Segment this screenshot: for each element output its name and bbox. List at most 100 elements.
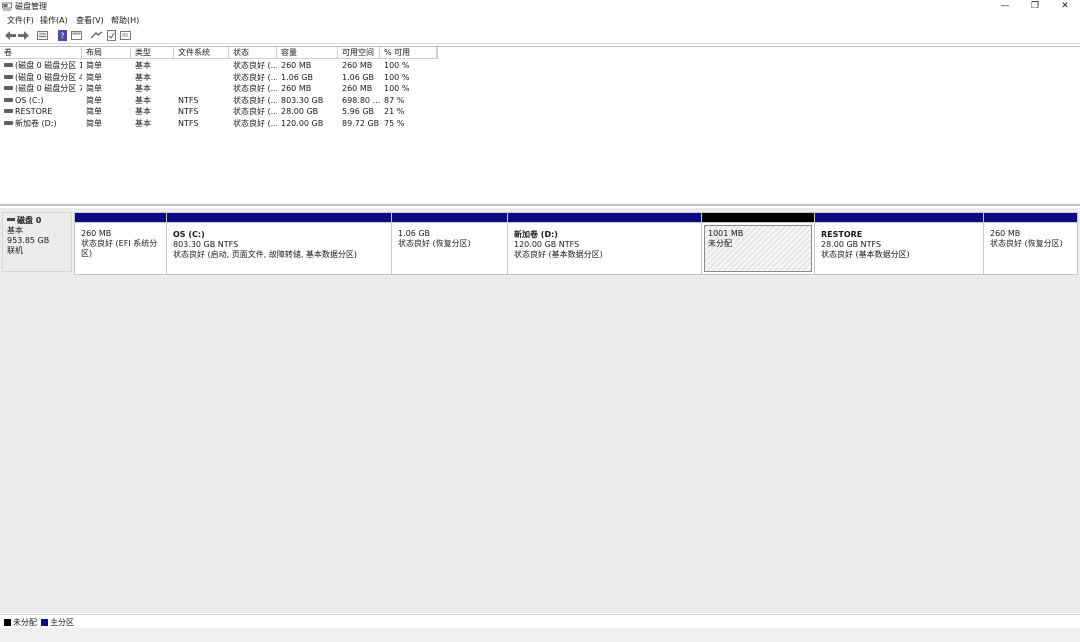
legend-bar: 未分配 主分区 bbox=[0, 614, 1080, 628]
partition-status: 状态良好 (恢复分区) bbox=[990, 239, 1063, 248]
menu-action[interactable]: 操作(A) bbox=[40, 15, 68, 26]
header-filler bbox=[437, 47, 1080, 59]
cell-layout: 简单 bbox=[86, 118, 102, 128]
cell-layout: 简单 bbox=[86, 107, 102, 116]
column-header-filesystem[interactable]: 文件系统 bbox=[174, 47, 229, 59]
table-row[interactable]: RESTORE 简单 基本 NTFS 状态良好 (... 28.00 GB 5.… bbox=[0, 106, 437, 117]
partition-os-c[interactable]: OS (C:) 803.30 GB NTFS 状态良好 (启动, 页面文件, 故… bbox=[167, 213, 392, 274]
table-row[interactable]: (磁盘 0 磁盘分区 4) 简单 基本 状态良好 (... 1.06 GB 1.… bbox=[0, 72, 437, 83]
cell-filesystem bbox=[174, 60, 229, 71]
cell-layout: 简单 bbox=[86, 72, 102, 82]
partition-efi[interactable]: 260 MB 状态良好 (EFI 系统分区) bbox=[75, 213, 167, 274]
partition-strip: 260 MB 状态良好 (EFI 系统分区) OS (C:) 803.30 GB… bbox=[74, 212, 1078, 275]
partition-unallocated[interactable]: 1001 MB 未分配 bbox=[702, 213, 815, 274]
cell-type: 基本 bbox=[135, 95, 151, 105]
cell-capacity: 803.30 GB bbox=[281, 95, 324, 105]
cell-volume: RESTORE bbox=[15, 107, 53, 116]
settings-icon[interactable] bbox=[90, 30, 102, 41]
cell-percent-free: 100 % bbox=[384, 84, 410, 93]
column-header-layout[interactable]: 布局 bbox=[82, 47, 131, 59]
table-row[interactable]: (磁盘 0 磁盘分区 7) 简单 基本 状态良好 (... 260 MB 260… bbox=[0, 83, 437, 94]
cell-layout: 简单 bbox=[86, 61, 102, 70]
maximize-button[interactable]: ❐ bbox=[1020, 0, 1050, 13]
graph-view-icon[interactable] bbox=[70, 30, 82, 41]
cell-percent-free: 21 % bbox=[384, 107, 405, 116]
cell-type: 基本 bbox=[135, 72, 151, 82]
volume-icon bbox=[4, 109, 13, 113]
cell-percent-free: 87 % bbox=[384, 95, 405, 105]
cell-free-space: 89.72 GB bbox=[342, 118, 380, 128]
cell-type: 基本 bbox=[135, 118, 151, 128]
cell-volume: (磁盘 0 磁盘分区 1) bbox=[15, 61, 82, 70]
cell-free-space: 260 MB bbox=[342, 84, 373, 93]
partition-name: 新加卷 (D:) bbox=[514, 230, 558, 239]
help-icon[interactable]: ? bbox=[56, 30, 68, 41]
cell-layout: 简单 bbox=[86, 84, 102, 93]
disk-info-panel[interactable]: 磁盘 0 基本 953.85 GB 联机 bbox=[2, 212, 72, 272]
cell-status: 状态良好 (... bbox=[233, 118, 277, 128]
column-header-capacity[interactable]: 容量 bbox=[277, 47, 338, 59]
cell-capacity: 260 MB bbox=[281, 84, 312, 93]
cell-status: 状态良好 (... bbox=[233, 61, 277, 70]
menu-bar: 文件(F) 操作(A) 查看(V) 帮助(H) bbox=[0, 14, 1080, 27]
cell-capacity: 260 MB bbox=[281, 61, 312, 70]
partition-size: 1.06 GB bbox=[398, 229, 431, 238]
volume-list-icon[interactable] bbox=[36, 30, 48, 41]
partition-restore[interactable]: RESTORE 28.00 GB NTFS 状态良好 (基本数据分区) bbox=[815, 213, 984, 274]
table-row[interactable]: OS (C:) 简单 基本 NTFS 状态良好 (... 803.30 GB 6… bbox=[0, 95, 437, 106]
legend-swatch-unallocated bbox=[4, 619, 11, 626]
cell-filesystem bbox=[174, 83, 229, 94]
minimize-button[interactable]: — bbox=[990, 0, 1020, 13]
partition-size: 120.00 GB NTFS bbox=[514, 240, 580, 249]
partition-recovery-2[interactable]: 260 MB 状态良好 (恢复分区) bbox=[984, 213, 1077, 274]
disk-type: 基本 bbox=[7, 226, 23, 235]
partition-new-volume-d[interactable]: 新加卷 (D:) 120.00 GB NTFS 状态良好 (基本数据分区) bbox=[508, 213, 702, 274]
svg-text:?: ? bbox=[60, 32, 64, 41]
partition-recovery-1[interactable]: 1.06 GB 状态良好 (恢复分区) bbox=[392, 213, 508, 274]
partition-name: OS (C:) bbox=[173, 230, 205, 239]
table-row[interactable]: (磁盘 0 磁盘分区 1) 简单 基本 状态良好 (... 260 MB 260… bbox=[0, 60, 437, 71]
title-bar: 磁盘管理 — ❐ ✕ bbox=[0, 0, 1080, 13]
volume-icon bbox=[4, 63, 13, 67]
column-header-type[interactable]: 类型 bbox=[131, 47, 174, 59]
cell-free-space: 260 MB bbox=[342, 61, 373, 70]
menu-help[interactable]: 帮助(H) bbox=[111, 15, 139, 26]
cell-free-space: 698.80 ... bbox=[342, 95, 380, 105]
menu-file[interactable]: 文件(F) bbox=[7, 15, 34, 26]
column-header-volume[interactable]: 卷 bbox=[0, 47, 82, 59]
cell-volume: (磁盘 0 磁盘分区 7) bbox=[15, 84, 82, 93]
cell-volume: OS (C:) bbox=[15, 95, 44, 105]
cell-free-space: 5.96 GB bbox=[342, 107, 375, 116]
partition-size: 260 MB bbox=[990, 229, 1021, 238]
disk-icon bbox=[7, 218, 15, 221]
toolbar: ? bbox=[0, 27, 1080, 44]
menu-view[interactable]: 查看(V) bbox=[76, 15, 104, 26]
cell-percent-free: 100 % bbox=[384, 72, 410, 82]
column-header-percent-free[interactable]: % 可用 bbox=[380, 47, 437, 59]
window-title: 磁盘管理 bbox=[15, 2, 47, 11]
column-header-free-space[interactable]: 可用空间 bbox=[338, 47, 380, 59]
cell-type: 基本 bbox=[135, 61, 151, 70]
cell-percent-free: 100 % bbox=[384, 61, 410, 70]
cell-free-space: 1.06 GB bbox=[342, 72, 375, 82]
cell-status: 状态良好 (... bbox=[233, 95, 277, 105]
cell-filesystem: NTFS bbox=[178, 107, 199, 116]
cell-status: 状态良好 (... bbox=[233, 107, 277, 116]
column-header-status[interactable]: 状态 bbox=[229, 47, 277, 59]
status-bar bbox=[0, 628, 1080, 642]
document-icon[interactable] bbox=[119, 30, 131, 41]
volume-icon bbox=[4, 86, 13, 90]
forward-arrow-icon[interactable] bbox=[17, 30, 29, 41]
cell-status: 状态良好 (... bbox=[233, 72, 277, 82]
close-button[interactable]: ✕ bbox=[1050, 0, 1080, 13]
cell-volume: 新加卷 (D:) bbox=[15, 118, 57, 128]
cell-capacity: 28.00 GB bbox=[281, 107, 319, 116]
partition-status: 状态良好 (基本数据分区) bbox=[514, 250, 603, 259]
table-row[interactable]: 新加卷 (D:) 简单 基本 NTFS 状态良好 (... 120.00 GB … bbox=[0, 118, 437, 129]
disk-state: 联机 bbox=[7, 246, 23, 255]
back-arrow-icon[interactable] bbox=[4, 30, 16, 41]
properties-icon[interactable] bbox=[105, 30, 117, 41]
cell-percent-free: 75 % bbox=[384, 118, 405, 128]
disk-name: 磁盘 0 bbox=[17, 216, 42, 225]
partition-status: 状态良好 (EFI 系统分区) bbox=[81, 239, 158, 258]
